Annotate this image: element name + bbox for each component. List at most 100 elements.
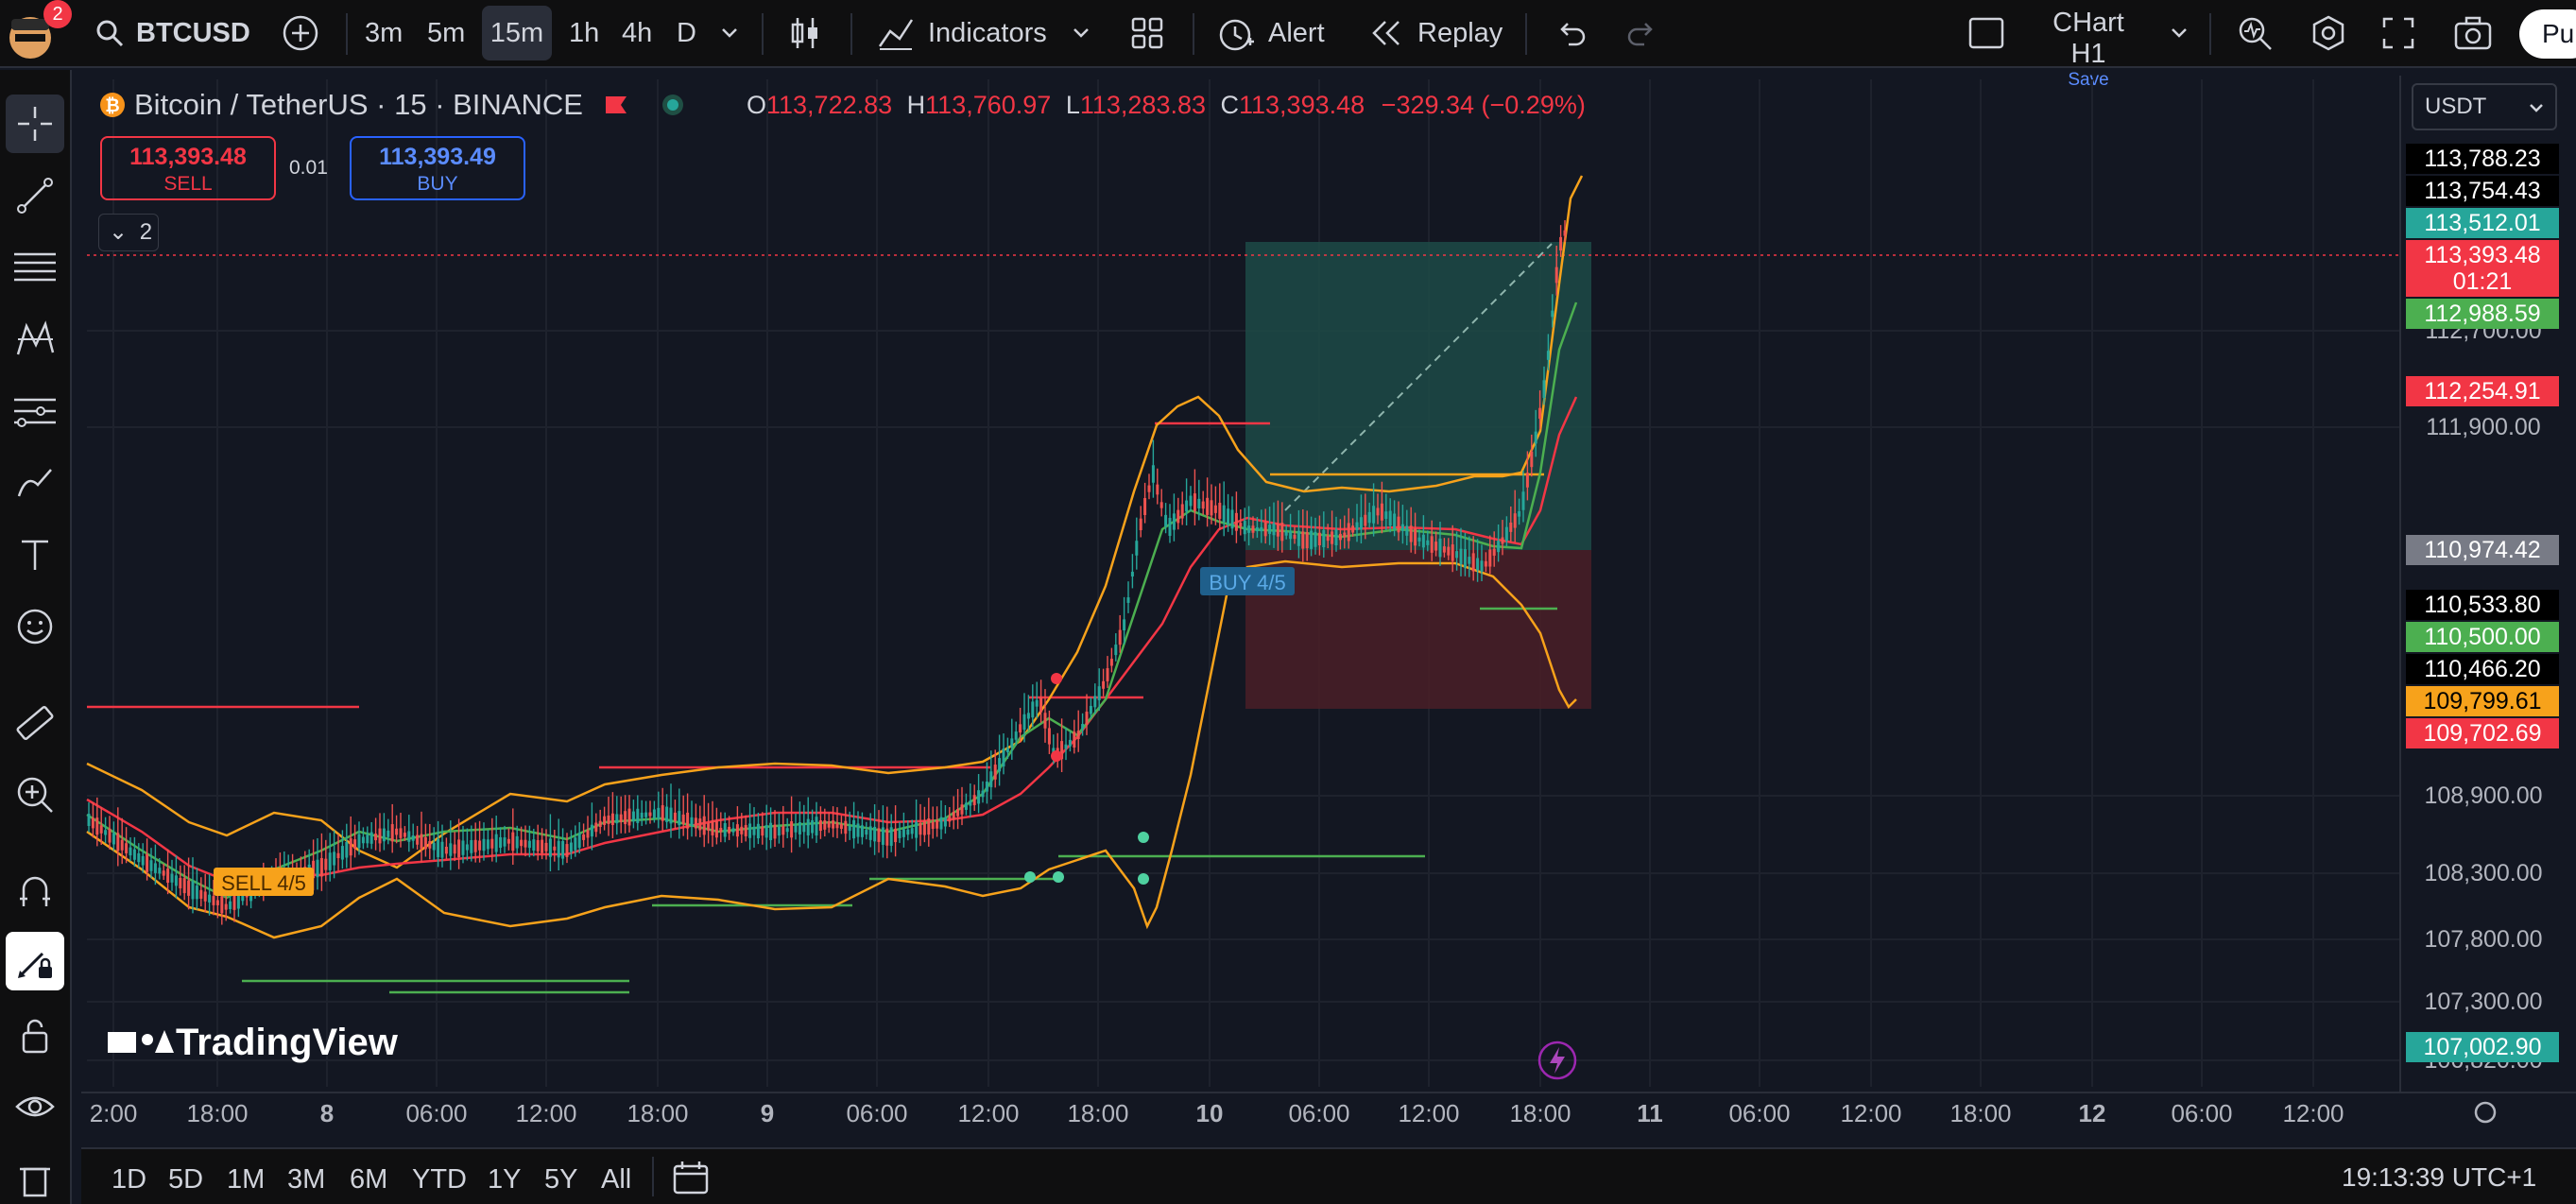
indicators-collapse-button[interactable]: ⌄ 2	[98, 214, 159, 251]
candle-body	[1451, 544, 1454, 561]
sell-button[interactable]: 113,393.48 SELL	[100, 136, 276, 200]
candle-body	[1400, 524, 1404, 531]
candle-body	[1031, 701, 1035, 718]
fib-tool[interactable]	[6, 238, 64, 297]
candle-body	[752, 826, 756, 835]
hide-drawings-tool[interactable]	[6, 1077, 64, 1136]
symbol-legend[interactable]: ₿ Bitcoin / TetherUS · 15 · BINANCE	[98, 81, 687, 129]
range-3m[interactable]: 3M	[287, 1164, 325, 1195]
time-tick: 12:00	[957, 1099, 1019, 1127]
interval-4h[interactable]: 4h	[622, 0, 652, 66]
interval-dropdown[interactable]	[718, 0, 741, 66]
layout-checkbox[interactable]	[1967, 0, 2005, 66]
candle-body	[1213, 505, 1217, 513]
zoom-tool[interactable]	[6, 765, 64, 824]
range-6m[interactable]: 6M	[350, 1164, 387, 1195]
tradingview-logo-mark	[155, 1030, 174, 1053]
candle-body	[1118, 629, 1122, 645]
candle-body	[728, 826, 731, 834]
candle-body	[1247, 525, 1251, 533]
candle-body	[1239, 523, 1243, 527]
candle-body	[1397, 516, 1400, 533]
settings-button[interactable]	[2310, 0, 2347, 66]
redo-button[interactable]	[1625, 0, 1659, 66]
candle-body	[1106, 668, 1109, 681]
lot-size[interactable]: 0.01	[289, 157, 328, 180]
candle-body	[669, 807, 673, 824]
emoji-tool[interactable]	[6, 597, 64, 656]
buy-button[interactable]: 113,393.49 BUY	[350, 136, 525, 200]
candle-body	[403, 833, 406, 837]
pattern-tool[interactable]	[6, 310, 64, 369]
candle-body	[1293, 534, 1297, 540]
flag-icon[interactable]	[602, 91, 630, 119]
crosshair-tool[interactable]	[6, 95, 64, 153]
candle-body	[473, 839, 477, 852]
price-chart[interactable]: BUY 4/5 SELL 4/5 TradingView 2:00 18:00 8 06:…	[81, 76, 2576, 1128]
forecast-tool[interactable]	[6, 382, 64, 440]
quick-search-button[interactable]	[2236, 0, 2274, 66]
brush-tool[interactable]	[6, 454, 64, 512]
candle-body	[1305, 532, 1309, 549]
currency-value: USDT	[2425, 94, 2487, 119]
currency-select[interactable]: USDT	[2412, 83, 2557, 130]
buy-label: BUY	[417, 173, 458, 195]
candle-body	[711, 820, 714, 835]
range-ytd[interactable]: YTD	[412, 1164, 467, 1195]
lock-all-tool[interactable]	[6, 1006, 64, 1064]
candle-body	[411, 835, 415, 841]
candle-body	[137, 852, 141, 863]
time-tick: 06:00	[405, 1099, 467, 1127]
clock[interactable]: 19:13:39 UTC+1	[2342, 1162, 2536, 1193]
alert-button[interactable]: Alert	[1215, 0, 1325, 66]
candle-body	[108, 828, 112, 843]
range-5d[interactable]: 5D	[168, 1164, 203, 1195]
time-tick: 18:00	[1509, 1099, 1571, 1127]
candle-body	[839, 823, 843, 829]
rewind-icon	[1372, 21, 1400, 45]
range-1y[interactable]: 1Y	[488, 1164, 521, 1195]
go-to-date-button[interactable]	[671, 1159, 711, 1201]
forecast-icon	[14, 398, 56, 427]
replay-button[interactable]: Replay	[1370, 0, 1503, 66]
candle-body	[1073, 731, 1076, 748]
time-axis[interactable]: 2:00 18:00 8 06:00 12:00 18:00 9 06:00 12:00 18:0…	[81, 1092, 2576, 1127]
layouts-button[interactable]	[1130, 0, 1164, 66]
candle-body	[748, 823, 752, 838]
publish-button[interactable]: Pu	[2519, 9, 2576, 59]
indicators-button[interactable]: Indicators	[877, 0, 1092, 66]
candle-body	[631, 811, 635, 822]
undo-button[interactable]	[1554, 0, 1588, 66]
text-tool[interactable]	[6, 525, 64, 584]
fullscreen-button[interactable]	[2381, 0, 2415, 66]
compare-button[interactable]	[282, 0, 319, 66]
range-1d[interactable]: 1D	[112, 1164, 146, 1195]
range-5y[interactable]: 5Y	[544, 1164, 577, 1195]
range-all[interactable]: All	[601, 1164, 631, 1195]
interval-1h[interactable]: 1h	[569, 0, 599, 66]
symbol-search[interactable]: BTCUSD	[94, 0, 250, 66]
interval-15m[interactable]: 15m	[482, 6, 552, 60]
chevron-down-icon	[2530, 104, 2543, 112]
candle-body	[395, 828, 399, 835]
chart-type-button[interactable]	[788, 0, 822, 66]
price-tick: 108,300.00	[2424, 860, 2542, 886]
candle-body	[420, 834, 423, 850]
interval-D[interactable]: D	[677, 0, 696, 66]
candle-body	[981, 790, 985, 798]
signal-dot	[1024, 871, 1036, 883]
layout-dropdown[interactable]	[2168, 0, 2190, 66]
lock-drawing-mode-tool[interactable]	[6, 932, 64, 990]
price-label: 112,254.91	[2406, 376, 2559, 406]
interval-3m[interactable]: 3m	[365, 0, 403, 66]
snapshot-button[interactable]	[2453, 0, 2493, 66]
interval-5m[interactable]: 5m	[427, 0, 465, 66]
measure-tool[interactable]	[6, 694, 64, 752]
delete-drawings-tool[interactable]	[6, 1149, 64, 1204]
magnet-tool[interactable]	[6, 862, 64, 920]
candle-body	[369, 832, 373, 844]
sell-marker-label: SELL 4/5	[221, 871, 306, 895]
range-1m[interactable]: 1M	[227, 1164, 265, 1195]
trendline-tool[interactable]	[6, 166, 64, 225]
candle-body	[590, 824, 593, 837]
